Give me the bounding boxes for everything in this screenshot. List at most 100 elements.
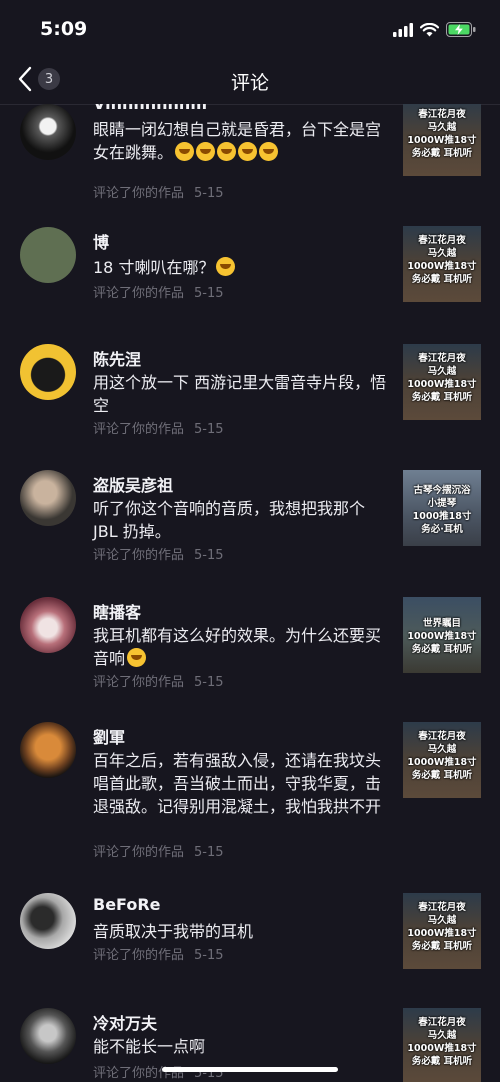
thumbnail-line: 务必戴 耳机听 xyxy=(411,941,473,952)
comment-text: 我耳机都有这么好的效果。为什么还要买音响 xyxy=(93,624,393,670)
video-thumbnail[interactable]: 春江花月夜 马久越 1000W推18寸 务必戴 耳机听 xyxy=(403,1008,481,1082)
thumbnail-line: 春江花月夜 xyxy=(418,353,466,364)
video-thumbnail[interactable]: 古琴今摆沉浴 小提琴 1000推18寸 务必·耳机 xyxy=(403,470,481,546)
avatar[interactable] xyxy=(20,597,76,653)
thumbnail-caption: 春江花月夜 马久越 1000W推18寸 务必戴 耳机听 xyxy=(403,901,481,953)
thumbnail-line: 1000W推18寸 xyxy=(407,757,477,768)
comment-text: 音质取决于我带的耳机 xyxy=(93,922,254,941)
comment-text: 18 寸喇叭在哪？ xyxy=(93,256,393,279)
commenter-name[interactable]: 瞎播客 xyxy=(93,599,141,623)
comment-action: 评论了你的作品 xyxy=(93,675,185,690)
page-title: 评论 xyxy=(230,72,269,94)
nav-bar: 3 评论 xyxy=(0,58,500,105)
thumbnail-line: 马久越 xyxy=(427,744,457,755)
thumbnail-caption: 春江花月夜 马久越 1000W推18寸 务必戴 耳机听 xyxy=(403,730,481,782)
thumbnail-line: 1000W推18寸 xyxy=(407,261,477,272)
avatar[interactable] xyxy=(20,227,76,283)
comment-meta: 评论了你的作品 5-15 xyxy=(93,944,224,963)
comment-text: 听了你这个音响的音质，我想把我那个 JBL 扔掉。 xyxy=(93,499,366,541)
thumbnail-line: 1000W推18寸 xyxy=(407,379,477,390)
video-thumbnail[interactable]: 春江花月夜 马久越 1000W推18寸 务必戴 耳机听 xyxy=(403,344,481,420)
thumbnail-line: 马久越 xyxy=(427,915,457,926)
comment-action: 评论了你的作品 xyxy=(93,548,185,563)
commenter-name[interactable]: BeFoRe xyxy=(93,895,161,914)
thumbnail-line: 世界瞩目 xyxy=(422,618,461,629)
comment-text-content: 眼睛一闭幻想自己就是昏君，台下全是宫女在跳舞。 xyxy=(93,120,382,162)
thumbnail-line: 1000W推18寸 xyxy=(407,631,477,642)
comment-date: 5-15 xyxy=(194,286,224,301)
thumbnail-line: 务必戴 耳机听 xyxy=(411,1056,473,1067)
thumbnail-line: 务必戴 耳机听 xyxy=(411,770,473,781)
commenter-name[interactable]: 陈先涅 xyxy=(93,346,141,370)
thumbnail-line: 春江花月夜 xyxy=(418,731,466,742)
comment-action: 评论了你的作品 xyxy=(93,948,185,963)
comment-meta: 评论了你的作品 5-15 xyxy=(93,671,224,690)
wifi-icon xyxy=(420,22,439,36)
thumbnail-line: 1000W推18寸 xyxy=(407,928,477,939)
status-bar: 5:09 xyxy=(0,0,500,58)
thumbnail-line: 1000W推18寸 xyxy=(407,1043,477,1054)
avatar[interactable] xyxy=(20,722,76,778)
comment-text: 能不能长一点啊 xyxy=(93,1037,206,1056)
home-indicator[interactable] xyxy=(162,1067,338,1072)
comment-text: 百年之后，若有强敌入侵，还请在我坟头唱首此歌，吾当破土而出，守我华夏，击退强敌。… xyxy=(93,751,382,816)
laughing-emoji-icon xyxy=(259,142,279,161)
thumbnail-line: 马久越 xyxy=(427,1030,457,1041)
thumbnail-line: 1000W推18寸 xyxy=(407,135,477,146)
commenter-name[interactable]: Vinnnnnnnm xyxy=(93,104,207,113)
battery-charging-icon xyxy=(446,22,476,37)
video-thumbnail[interactable]: 春江花月夜 马久越 1000W推18寸 务必戴 耳机听 xyxy=(403,893,481,969)
comment-meta: 评论了你的作品 5-15 xyxy=(93,544,224,563)
laughing-emoji-icon xyxy=(238,142,258,161)
thumbnail-line: 务必戴 耳机听 xyxy=(411,148,473,159)
status-time: 5:09 xyxy=(40,18,88,40)
thumbnail-caption: 春江花月夜 马久越 1000W推18寸 务必戴 耳机听 xyxy=(403,108,481,160)
thumbnail-line: 务必·耳机 xyxy=(421,524,463,535)
signal-icon xyxy=(393,22,413,37)
comment-date: 5-15 xyxy=(194,422,224,437)
video-thumbnail[interactable]: 春江花月夜 马久越 1000W推18寸 务必戴 耳机听 xyxy=(403,722,481,798)
comment-date: 5-15 xyxy=(194,675,224,690)
comment-text: 用这个放一下 西游记里大雷音寺片段，悟空 xyxy=(93,373,387,415)
commenter-name[interactable]: 博 xyxy=(93,229,109,253)
thumbnail-caption: 春江花月夜 马久越 1000W推18寸 务必戴 耳机听 xyxy=(403,352,481,404)
commenter-name[interactable]: 盗版吴彦祖 xyxy=(93,472,173,496)
comment-date: 5-15 xyxy=(194,948,224,963)
thumbnail-line: 务必戴 耳机听 xyxy=(411,392,473,403)
comment-action: 评论了你的作品 xyxy=(93,422,185,437)
avatar[interactable] xyxy=(20,893,76,949)
thumbnail-line: 春江花月夜 xyxy=(418,235,466,246)
comment-text-content: 18 寸喇叭在哪？ xyxy=(93,258,215,277)
comment-list[interactable]: Vinnnnnnnm 眼睛一闭幻想自己就是昏君，台下全是宫女在跳舞。 评论了你的… xyxy=(0,104,500,1082)
commenter-name[interactable]: 冷对万夫 xyxy=(93,1010,157,1034)
thumbnail-line: 小提琴 xyxy=(427,498,457,509)
avatar[interactable] xyxy=(20,344,76,400)
commenter-name[interactable]: 劉軍 xyxy=(93,724,125,748)
thumbnail-line: 春江花月夜 xyxy=(418,109,466,120)
laughing-emoji-icon xyxy=(196,142,216,161)
avatar[interactable] xyxy=(20,104,76,160)
thumbnail-line: 古琴今摆沉浴 xyxy=(413,485,471,496)
comment-meta: 评论了你的作品 5-15 xyxy=(93,182,224,201)
video-thumbnail[interactable]: 春江花月夜 马久越 1000W推18寸 务必戴 耳机听 xyxy=(403,104,481,176)
comment-meta: 评论了你的作品 5-15 xyxy=(93,418,224,437)
thumbnail-line: 务必戴 耳机听 xyxy=(411,644,473,655)
thumbnail-line: 春江花月夜 xyxy=(418,1017,466,1028)
video-thumbnail[interactable]: 世界瞩目 1000W推18寸 务必戴 耳机听 xyxy=(403,597,481,673)
comment-action: 评论了你的作品 xyxy=(93,845,185,860)
thumbnail-line: 马久越 xyxy=(427,122,457,133)
laughing-emoji-icon xyxy=(216,257,236,276)
thumbnail-line: 务必戴 耳机听 xyxy=(411,274,473,285)
comment-action: 评论了你的作品 xyxy=(93,186,185,201)
avatar[interactable] xyxy=(20,1008,76,1064)
comment-text: 眼睛一闭幻想自己就是昏君，台下全是宫女在跳舞。 xyxy=(93,118,393,164)
status-icons xyxy=(393,22,476,37)
video-thumbnail[interactable]: 春江花月夜 马久越 1000W推18寸 务必戴 耳机听 xyxy=(403,226,481,302)
thumbnail-line: 春江花月夜 xyxy=(418,902,466,913)
thinking-emoji-icon xyxy=(127,648,147,667)
comment-meta: 评论了你的作品 5-15 xyxy=(93,282,224,301)
thumbnail-caption: 春江花月夜 马久越 1000W推18寸 务必戴 耳机听 xyxy=(403,234,481,286)
avatar[interactable] xyxy=(20,470,76,526)
comment-date: 5-15 xyxy=(194,845,224,860)
laughing-emoji-icon xyxy=(175,142,195,161)
